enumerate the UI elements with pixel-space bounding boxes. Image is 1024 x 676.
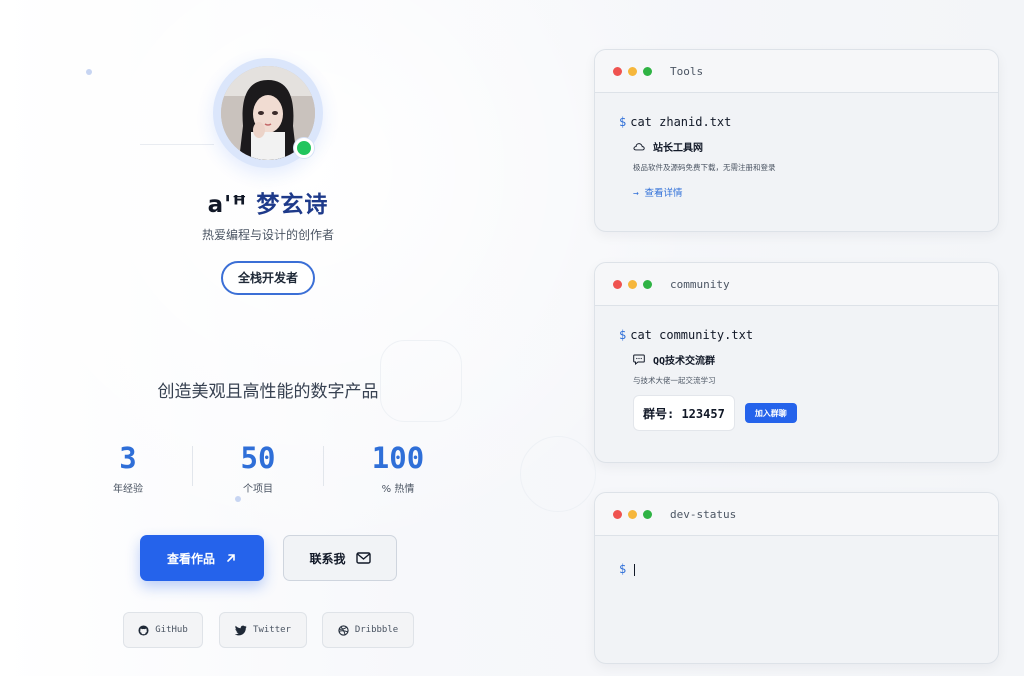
divider [192, 446, 193, 486]
community-description: 与技术大佬一起交流学习 [633, 376, 716, 385]
stat-label: % 热情 [381, 484, 415, 495]
tools-description: 极品软件及源码免费下载，无需注册和登录 [633, 163, 776, 172]
mail-icon [355, 552, 371, 564]
dribbble-label: Dribbble [354, 625, 399, 635]
role-badge[interactable]: 全栈开发者 [221, 261, 315, 295]
decor-circle [520, 436, 596, 512]
github-icon [138, 624, 149, 636]
terminal-titlebar: Tools [595, 50, 998, 93]
arrow-up-right-icon [227, 554, 235, 562]
maximize-dot[interactable] [643, 279, 652, 289]
stat-value: 3 [119, 441, 137, 475]
stat-label: 年经验 [113, 484, 143, 495]
close-dot[interactable] [613, 66, 622, 76]
github-label: GitHub [155, 625, 188, 635]
tagline: 创造美观且高性能的数字产品 [157, 382, 379, 402]
github-link[interactable]: GitHub [123, 612, 203, 648]
dev-status-terminal-window: dev-status $ [594, 492, 999, 664]
twitter-label: Twitter [253, 625, 291, 635]
stat-passion: 100 % 热情 [338, 440, 458, 495]
stat-experience: 3 年经验 [68, 440, 188, 495]
chat-icon [633, 354, 645, 365]
maximize-dot[interactable] [643, 509, 652, 519]
community-heading: QQ技术交流群 [633, 352, 998, 367]
dribbble-icon [338, 624, 349, 636]
twitter-icon [235, 625, 247, 635]
terminal-title: Tools [670, 64, 704, 78]
profile-name: a'ꟸ 梦玄诗 [207, 192, 329, 218]
stat-value: 100 [371, 441, 425, 475]
profile-subtitle: 热爱编程与设计的创作者 [201, 228, 334, 242]
stat-label: 个项目 [243, 484, 273, 495]
decor-dot [235, 496, 241, 502]
maximize-dot[interactable] [643, 66, 652, 76]
dribbble-link[interactable]: Dribbble [322, 612, 414, 648]
terminal-command: $ cat zhanid.txt [619, 115, 732, 129]
view-details-link[interactable]: → 查看详情 [633, 185, 998, 199]
terminal-title: community [670, 277, 730, 291]
group-number: 群号: 123457 [633, 395, 735, 431]
group-row: 群号: 123457 加入群聊 [633, 395, 998, 431]
online-status-indicator [294, 138, 314, 158]
tools-heading-text: 站长工具网 [653, 143, 703, 154]
join-group-button[interactable]: 加入群聊 [744, 403, 797, 423]
close-dot[interactable] [613, 509, 622, 519]
contact-me-button[interactable]: 联系我 [283, 535, 397, 581]
community-terminal-window: community $ cat community.txt QQ技术交流群 与技术… [594, 262, 999, 463]
community-heading-text: QQ技术交流群 [653, 356, 716, 367]
terminal-titlebar: community [595, 263, 998, 306]
terminal-body: $ cat zhanid.txt 站长工具网 极品软件及源码免费下载，无需注册和登… [595, 93, 998, 199]
terminal-command: $ cat community.txt [619, 328, 754, 342]
terminal-title: dev-status [670, 507, 737, 521]
decor-dot [86, 69, 92, 75]
twitter-link[interactable]: Twitter [219, 612, 307, 648]
terminal-body: $ cat community.txt QQ技术交流群 与技术大佬一起交流学习 群… [595, 306, 998, 431]
view-works-label: 查看作品 [166, 551, 215, 566]
contact-me-label: 联系我 [309, 551, 346, 566]
tools-terminal-window: Tools $ cat zhanid.txt 站长工具网 极品软件及源码免费下载，… [594, 49, 999, 232]
terminal-titlebar: dev-status [595, 493, 998, 536]
divider [323, 446, 324, 486]
tools-heading: 站长工具网 [633, 139, 998, 154]
text-cursor [634, 563, 636, 576]
avatar-frame [213, 58, 323, 168]
view-works-button[interactable]: 查看作品 [140, 535, 264, 581]
stat-value: 50 [240, 441, 276, 475]
cloud-icon [633, 143, 645, 151]
close-dot[interactable] [613, 279, 622, 289]
stat-projects: 50 个项目 [198, 440, 318, 495]
terminal-body: $ [595, 536, 998, 576]
terminal-input-line[interactable]: $ [619, 562, 998, 576]
minimize-dot[interactable] [628, 509, 637, 519]
decor-line [140, 144, 214, 145]
minimize-dot[interactable] [628, 279, 637, 289]
minimize-dot[interactable] [628, 66, 637, 76]
